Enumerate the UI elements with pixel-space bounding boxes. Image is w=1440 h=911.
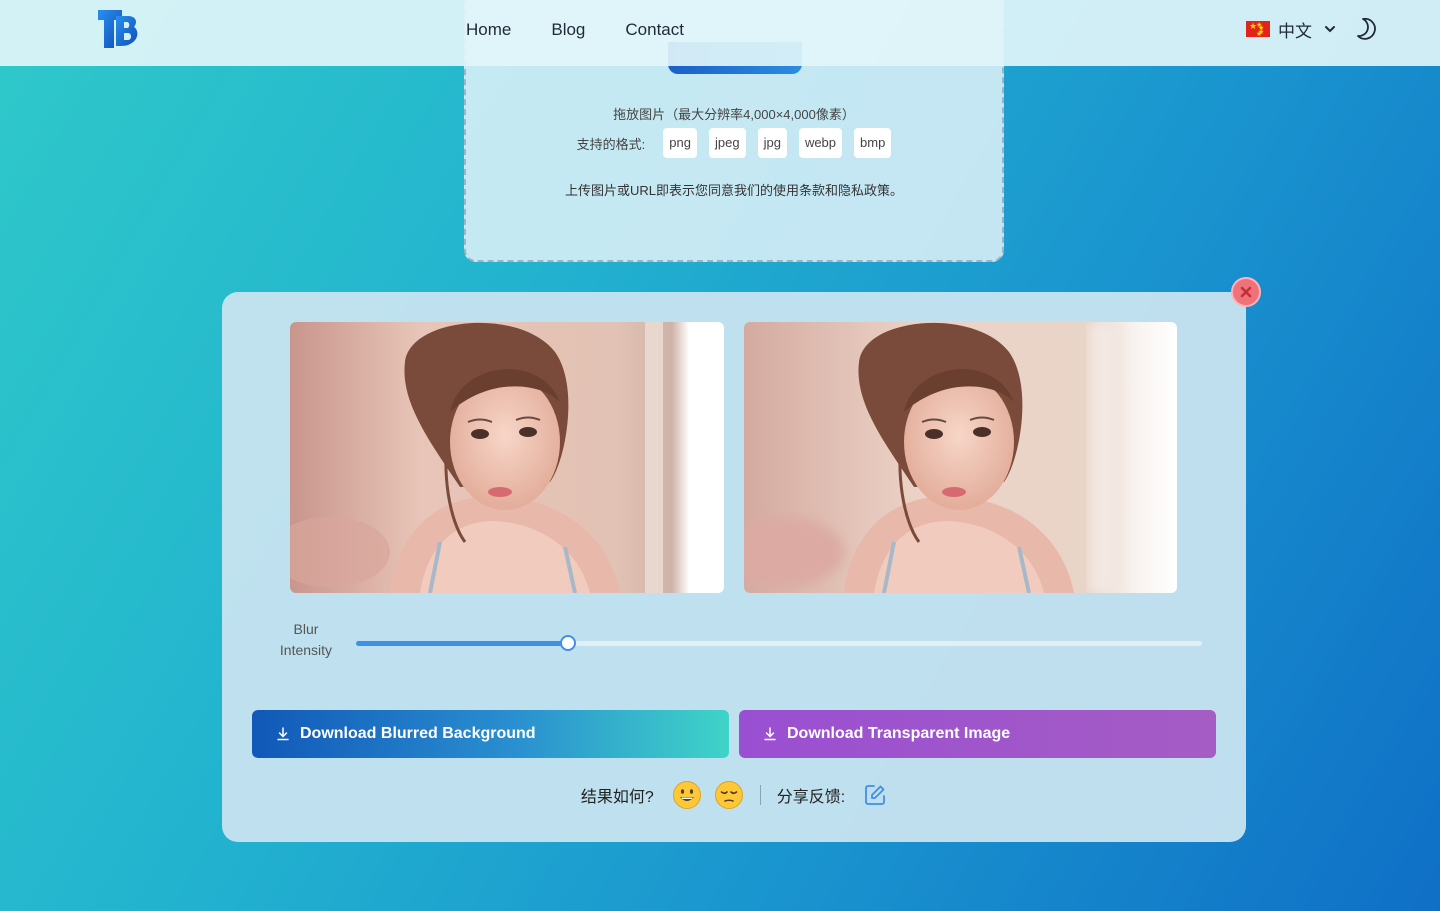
blurred-background-image <box>744 322 1177 593</box>
blur-intensity-label: Blur Intensity <box>279 621 333 658</box>
china-flag-icon: ★ ★ ★ ★ ★ <box>1246 21 1270 38</box>
format-chip: bmp <box>854 128 892 158</box>
divider <box>759 785 761 805</box>
download-transparent-button[interactable]: Download Transparent Image <box>739 710 1216 758</box>
unamused-face-icon[interactable] <box>714 780 744 810</box>
formats-label: 支持的格式: <box>576 136 646 152</box>
grinning-face-icon[interactable] <box>672 780 702 810</box>
format-chip: jpg <box>757 128 787 158</box>
edit-icon[interactable] <box>863 783 887 807</box>
feedback-bar: 结果如何? 分享反馈: <box>222 780 1246 810</box>
chevron-down-icon <box>1325 26 1335 33</box>
terms-notice: 上传图片或URL即表示您同意我们的使用条款和隐私政策。 <box>564 183 903 198</box>
blur-intensity-slider[interactable] <box>356 635 1202 651</box>
tb-logo-icon[interactable] <box>96 8 140 50</box>
format-chip: png <box>663 128 697 158</box>
format-chip: webp <box>798 128 843 158</box>
nav-blog[interactable]: Blog <box>551 20 585 40</box>
download-icon <box>277 727 289 741</box>
original-image <box>290 322 724 593</box>
download-transparent-label: Download Transparent Image <box>787 725 1011 742</box>
slider-fill <box>356 641 568 646</box>
nav-contact[interactable]: Contact <box>625 20 684 40</box>
format-chip: jpeg <box>709 128 746 158</box>
feedback-question: 结果如何? <box>580 789 654 806</box>
nav-home[interactable]: Home <box>466 20 511 40</box>
close-button[interactable] <box>1231 277 1261 307</box>
result-card: Blur Intensity Download Blurred Backgrou… <box>222 292 1246 842</box>
main-nav: Home Blog Contact <box>466 0 684 60</box>
close-icon <box>1240 286 1252 298</box>
moon-icon[interactable] <box>1354 17 1378 41</box>
share-feedback-label: 分享反馈: <box>776 789 846 806</box>
upload-hint: 拖放图片（最大分辨率4,000×4,000像素） <box>613 107 855 122</box>
language-selector[interactable]: ★ ★ ★ ★ ★ 中文 <box>1246 18 1336 41</box>
site-header: Home Blog Contact ★ ★ ★ ★ ★ 中文 <box>0 0 1440 66</box>
supported-formats: 支持的格式: png jpeg jpg webp bmp <box>466 128 1002 158</box>
download-blurred-button[interactable]: Download Blurred Background <box>252 710 729 758</box>
download-icon <box>764 727 776 741</box>
slider-thumb[interactable] <box>559 635 576 651</box>
download-blurred-label: Download Blurred Background <box>300 725 536 742</box>
language-label: 中文 <box>1278 21 1312 41</box>
